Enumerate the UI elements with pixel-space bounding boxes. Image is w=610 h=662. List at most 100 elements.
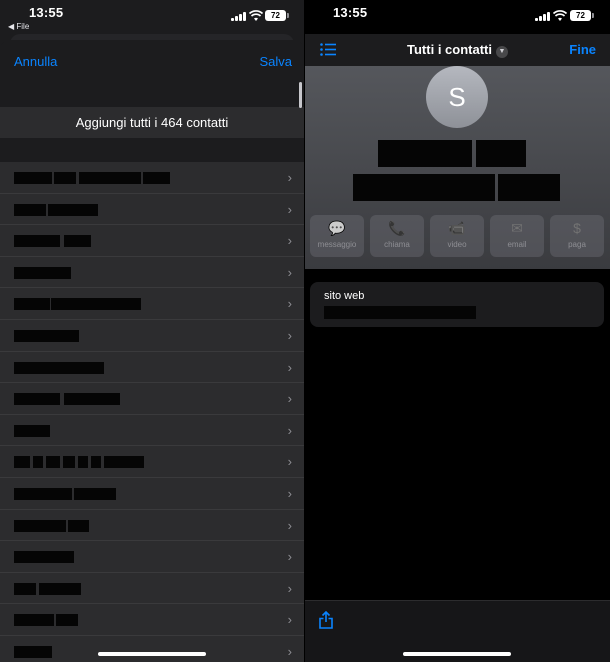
chiama-button[interactable]: 📞 chiama	[370, 215, 424, 257]
contact-row[interactable]: ›	[0, 256, 304, 289]
status-bar: 13:55 72	[305, 0, 610, 34]
chevron-right-icon: ›	[287, 296, 292, 312]
contact-row[interactable]: ›	[0, 509, 304, 542]
contact-row[interactable]: ›	[0, 351, 304, 384]
add-all-contacts-button[interactable]: Aggiungi tutti i 464 contatti	[0, 107, 304, 138]
redacted-name-part	[498, 174, 560, 201]
redacted-contact-name	[48, 203, 98, 216]
chevron-right-icon: ›	[287, 201, 292, 217]
dollar-icon: $	[573, 220, 581, 236]
contact-row[interactable]: ›	[0, 288, 304, 320]
redacted-contact-name	[14, 614, 54, 627]
redacted-contact-name	[14, 487, 72, 500]
redacted-contact-name	[56, 614, 78, 627]
redacted-contact-name	[46, 456, 60, 469]
mail-icon: ✉	[511, 220, 523, 236]
contact-detail-screen: 13:55 72 Tutti i contatti ▼ Fine S 💬 messa…	[305, 0, 610, 662]
cellular-signal-icon	[231, 12, 246, 21]
message-icon: 💬	[328, 220, 346, 236]
contact-row[interactable]: ›	[0, 446, 304, 478]
chevron-right-icon: ›	[287, 549, 292, 565]
navigation-bar: Tutti i contatti ▼ Fine	[305, 34, 610, 66]
contact-header: S 💬 messaggio 📞 chiama 📹 video ✉ email $ paga	[305, 66, 610, 269]
action-label: chiama	[384, 240, 410, 249]
redacted-contact-name	[64, 235, 91, 248]
website-label: sito web	[324, 290, 365, 302]
chevron-right-icon: ›	[287, 643, 292, 659]
messaggio-button[interactable]: 💬 messaggio	[310, 215, 364, 257]
video-icon: 📹	[448, 220, 466, 236]
redacted-contact-name	[14, 519, 66, 532]
video-button[interactable]: 📹 video	[430, 215, 484, 257]
redacted-contact-name	[14, 329, 79, 342]
contact-row[interactable]: ›	[0, 193, 304, 226]
nav-title: Tutti i contatti	[407, 42, 492, 57]
avatar: S	[426, 66, 488, 128]
action-label: messaggio	[317, 240, 357, 249]
contact-row[interactable]: ›	[0, 225, 304, 257]
paga-button[interactable]: $ paga	[550, 215, 604, 257]
share-icon[interactable]	[319, 611, 333, 629]
contact-row[interactable]: ›	[0, 319, 304, 352]
contact-row[interactable]: ›	[0, 383, 304, 415]
action-label: paga	[568, 240, 586, 249]
battery-icon: 72	[570, 10, 594, 21]
redacted-contact-name	[14, 551, 74, 564]
redacted-contact-name	[111, 298, 141, 311]
contact-row[interactable]: ›	[0, 162, 304, 194]
status-time: 13:55	[29, 5, 64, 20]
contact-row[interactable]: ›	[0, 477, 304, 510]
redacted-contact-name	[14, 361, 72, 374]
redacted-contact-name	[78, 456, 88, 469]
status-time: 13:55	[333, 5, 368, 20]
redacted-contact-name	[79, 172, 141, 184]
redacted-contact-name	[14, 298, 50, 311]
redacted-contact-name	[91, 456, 101, 469]
redacted-contact-name	[14, 393, 60, 406]
redacted-contact-name	[14, 456, 30, 469]
contact-row[interactable]: ›	[0, 635, 304, 662]
done-button[interactable]: Fine	[569, 42, 596, 57]
contact-row[interactable]: ›	[0, 541, 304, 573]
chevron-right-icon: ›	[287, 454, 292, 470]
chevron-right-icon: ›	[287, 485, 292, 501]
redacted-contact-name	[63, 456, 75, 469]
wifi-icon	[249, 10, 263, 21]
redacted-contact-name	[104, 456, 144, 469]
wifi-icon	[553, 10, 567, 21]
redacted-name-part	[353, 174, 495, 201]
redacted-contact-name	[68, 519, 89, 532]
import-sheet: Annulla Salva Aggiungi tutti i 464 conta…	[0, 40, 304, 662]
status-bar: 13:55 ◀ File 72	[0, 0, 304, 34]
cellular-signal-icon	[535, 12, 550, 21]
quick-actions: 💬 messaggio 📞 chiama 📹 video ✉ email $ paga	[310, 215, 604, 257]
redacted-contact-name	[54, 172, 76, 184]
back-to-file-link[interactable]: ◀ File	[8, 22, 29, 31]
contact-list: › › › › › › › › › › › › › › › ›	[0, 162, 304, 662]
redacted-contact-name	[14, 582, 36, 595]
chevron-right-icon: ›	[287, 170, 292, 185]
redacted-contact-name	[74, 487, 116, 500]
contact-row[interactable]: ›	[0, 414, 304, 447]
redacted-contact-name	[14, 266, 71, 279]
redacted-name-part	[378, 140, 472, 167]
save-button[interactable]: Salva	[259, 54, 292, 69]
redacted-contact-name	[14, 235, 60, 248]
home-indicator[interactable]	[403, 652, 511, 656]
chevron-right-icon: ›	[287, 359, 292, 375]
cancel-button[interactable]: Annulla	[14, 54, 57, 69]
chevron-right-icon: ›	[287, 327, 292, 343]
section-gap	[0, 138, 304, 162]
contact-row[interactable]: ›	[0, 572, 304, 605]
contact-row[interactable]: ›	[0, 604, 304, 636]
redacted-website[interactable]	[324, 306, 476, 319]
website-card[interactable]: sito web	[310, 282, 604, 327]
home-indicator[interactable]	[98, 652, 206, 656]
chevron-right-icon: ›	[287, 264, 292, 280]
email-button[interactable]: ✉ email	[490, 215, 544, 257]
redacted-contact-name	[71, 361, 104, 374]
chevron-right-icon: ›	[287, 233, 292, 249]
scroll-indicator[interactable]	[299, 82, 302, 108]
chevron-down-icon[interactable]: ▼	[495, 46, 508, 58]
contacts-title[interactable]: Tutti i contatti ▼	[305, 42, 610, 58]
